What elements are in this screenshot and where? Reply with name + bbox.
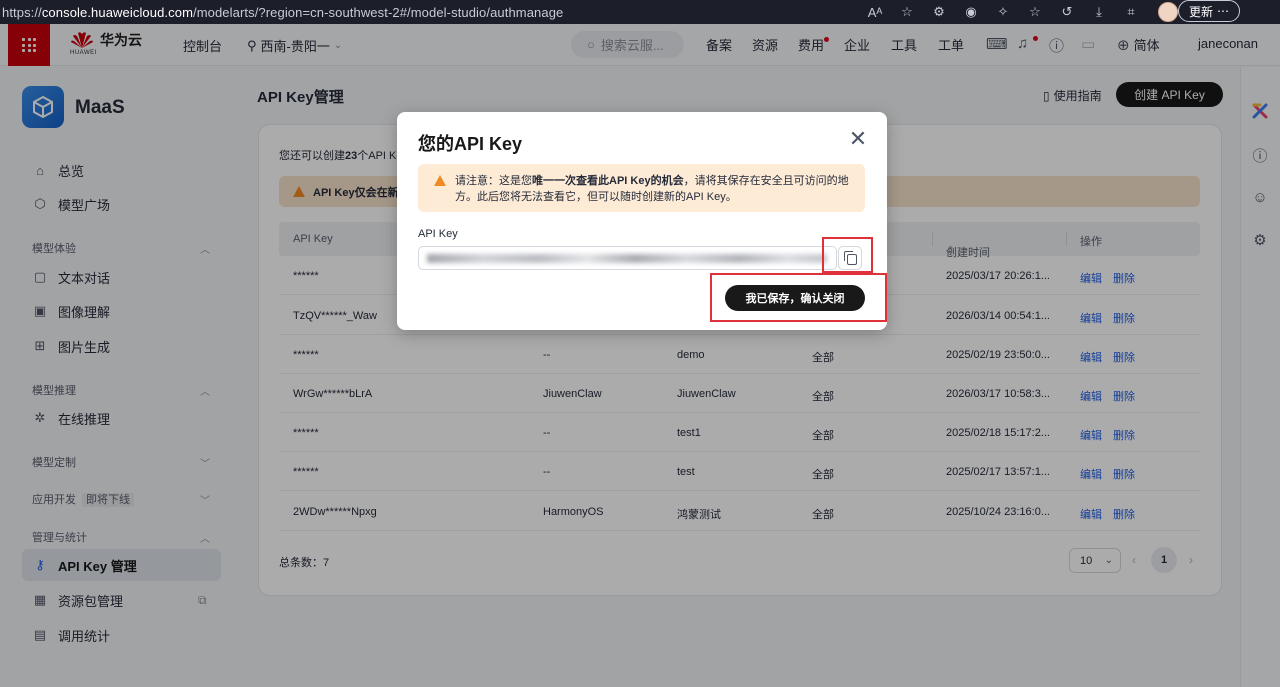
favorites-list-icon[interactable]: ☆ [1026,4,1044,20]
api-key-label: API Key [418,228,458,240]
dialog-title: 您的API Key [418,134,523,154]
highlight-copy-button [822,237,873,273]
url-text: https://console.huaweicloud.com/modelart… [2,4,564,20]
browser-update-button[interactable]: 更新 ⋯ [1177,0,1240,22]
dialog-warning: 请注意：这是您唯一一次查看此API Key的机会，请将其保存在安全且可访问的地方… [418,164,865,212]
puzzle-icon[interactable]: ✧ [994,4,1012,20]
screenshot-icon[interactable]: ⌗ [1122,4,1140,20]
read-aloud-icon[interactable]: Aᴬ [866,5,884,20]
masked-key-value [427,254,827,263]
extension-green-icon[interactable]: ◉ [962,4,980,20]
highlight-confirm-button [710,273,887,322]
browser-address-bar[interactable]: https://console.huaweicloud.com/modelart… [0,0,1280,24]
api-key-field[interactable] [418,246,837,270]
browser-toolbar: Aᴬ ☆ ⚙ ◉ ✧ ☆ ↺ ⤓ ⌗ [866,0,1140,24]
history-icon[interactable]: ↺ [1058,4,1076,20]
browser-profile-avatar[interactable] [1158,2,1178,22]
download-icon[interactable]: ⤓ [1090,4,1108,20]
warning-icon [434,175,446,186]
close-icon[interactable]: ✕ [848,128,868,150]
favorite-icon[interactable]: ☆ [898,4,916,20]
extension-icon[interactable]: ⚙ [930,4,948,20]
